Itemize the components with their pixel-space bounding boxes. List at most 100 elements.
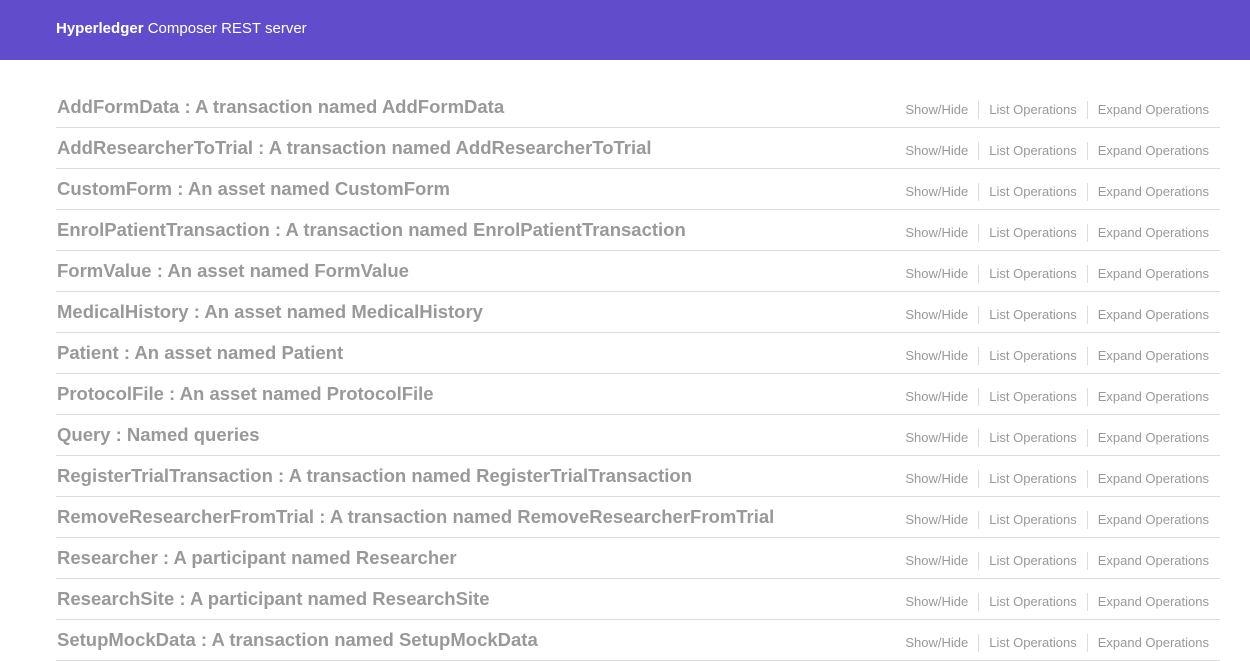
list-operations-link[interactable]: List Operations [989,184,1076,200]
expand-operations-link[interactable]: Expand Operations [1098,184,1209,200]
separator [978,142,980,160]
resource-title-link[interactable]: AddFormData : A transaction named AddFor… [57,96,504,118]
list-operations-link[interactable]: List Operations [989,594,1076,610]
list-operations-link[interactable]: List Operations [989,102,1076,118]
list-operations-link[interactable]: List Operations [989,225,1076,241]
resource-row: RemoveResearcherFromTrial : A transactio… [56,497,1220,538]
list-operations-link[interactable]: List Operations [989,430,1076,446]
show-hide-link[interactable]: Show/Hide [905,225,968,241]
show-hide-link[interactable]: Show/Hide [905,635,968,651]
resource-list: AddFormData : A transaction named AddFor… [56,87,1220,661]
resource-title-link[interactable]: ProtocolFile : An asset named ProtocolFi… [57,383,434,405]
separator [1086,265,1088,283]
brand-title[interactable]: Hyperledger Composer REST server [56,20,307,38]
separator [1086,429,1088,447]
list-operations-link[interactable]: List Operations [989,389,1076,405]
show-hide-link[interactable]: Show/Hide [905,512,968,528]
list-operations-link[interactable]: List Operations [989,307,1076,323]
expand-operations-link[interactable]: Expand Operations [1098,225,1209,241]
separator [978,224,980,242]
resource-title-link[interactable]: SetupMockData : A transaction named Setu… [57,629,538,651]
show-hide-link[interactable]: Show/Hide [905,553,968,569]
separator [1086,511,1088,529]
resource-title-link[interactable]: RemoveResearcherFromTrial : A transactio… [57,506,774,528]
resource-title-link[interactable]: MedicalHistory : An asset named MedicalH… [57,301,483,323]
resource-title-link[interactable]: CustomForm : An asset named CustomForm [57,178,450,200]
resource-title-link[interactable]: Patient : An asset named Patient [57,342,343,364]
show-hide-link[interactable]: Show/Hide [905,348,968,364]
resource-title-link[interactable]: EnrolPatientTransaction : A transaction … [57,219,686,241]
separator [978,388,980,406]
resource-title-link[interactable]: AddResearcherToTrial : A transaction nam… [57,137,652,159]
show-hide-link[interactable]: Show/Hide [905,184,968,200]
resource-title-link[interactable]: Query : Named queries [57,424,260,446]
separator [1086,224,1088,242]
expand-operations-link[interactable]: Expand Operations [1098,553,1209,569]
resource-row: FormValue : An asset named FormValue Show… [56,251,1220,292]
resource-title-link[interactable]: FormValue : An asset named FormValue [57,260,409,282]
brand-strong: Hyperledger [56,20,144,37]
show-hide-link[interactable]: Show/Hide [905,307,968,323]
show-hide-link[interactable]: Show/Hide [905,143,968,159]
show-hide-link[interactable]: Show/Hide [905,471,968,487]
separator [978,634,980,652]
list-operations-link[interactable]: List Operations [989,635,1076,651]
resource-row: Query : Named queries Show/Hide List Opera… [56,415,1220,456]
list-operations-link[interactable]: List Operations [989,348,1076,364]
resource-row: EnrolPatientTransaction : A transaction … [56,210,1220,251]
resource-row: AddResearcherToTrial : A transaction nam… [56,128,1220,169]
expand-operations-link[interactable]: Expand Operations [1098,266,1209,282]
resource-operations: Show/Hide List Operations Expand Operation… [905,593,1209,611]
resource-operations: Show/Hide List Operations Expand Operation… [905,511,1209,529]
separator [978,593,980,611]
expand-operations-link[interactable]: Expand Operations [1098,389,1209,405]
show-hide-link[interactable]: Show/Hide [905,430,968,446]
separator [978,429,980,447]
expand-operations-link[interactable]: Expand Operations [1098,635,1209,651]
show-hide-link[interactable]: Show/Hide [905,389,968,405]
expand-operations-link[interactable]: Expand Operations [1098,512,1209,528]
resource-operations: Show/Hide List Operations Expand Operation… [905,552,1209,570]
resource-title-link[interactable]: Researcher : A participant named Researc… [57,547,457,569]
separator [978,183,980,201]
expand-operations-link[interactable]: Expand Operations [1098,430,1209,446]
list-operations-link[interactable]: List Operations [989,266,1076,282]
resource-row: Researcher : A participant named Researc… [56,538,1220,579]
show-hide-link[interactable]: Show/Hide [905,594,968,610]
expand-operations-link[interactable]: Expand Operations [1098,348,1209,364]
resource-row: ResearchSite : A participant named Resea… [56,579,1220,620]
resource-operations: Show/Hide List Operations Expand Operation… [905,142,1209,160]
resource-row: MedicalHistory : An asset named MedicalH… [56,292,1220,333]
separator [978,511,980,529]
top-header-bar: Hyperledger Composer REST server [0,0,1250,60]
resource-row: RegisterTrialTransaction : A transaction… [56,456,1220,497]
expand-operations-link[interactable]: Expand Operations [1098,102,1209,118]
separator [1086,470,1088,488]
separator [1086,142,1088,160]
expand-operations-link[interactable]: Expand Operations [1098,143,1209,159]
resource-row: ProtocolFile : An asset named ProtocolFi… [56,374,1220,415]
list-operations-link[interactable]: List Operations [989,553,1076,569]
separator [1086,306,1088,324]
expand-operations-link[interactable]: Expand Operations [1098,307,1209,323]
resource-row: Patient : An asset named Patient Show/Hid… [56,333,1220,374]
expand-operations-link[interactable]: Expand Operations [1098,471,1209,487]
resource-operations: Show/Hide List Operations Expand Operation… [905,183,1209,201]
resource-operations: Show/Hide List Operations Expand Operation… [905,265,1209,283]
list-operations-link[interactable]: List Operations [989,471,1076,487]
separator [1086,388,1088,406]
expand-operations-link[interactable]: Expand Operations [1098,594,1209,610]
list-operations-link[interactable]: List Operations [989,512,1076,528]
resource-operations: Show/Hide List Operations Expand Operation… [905,388,1209,406]
separator [1086,634,1088,652]
show-hide-link[interactable]: Show/Hide [905,266,968,282]
resource-operations: Show/Hide List Operations Expand Operation… [905,101,1209,119]
resource-operations: Show/Hide List Operations Expand Operation… [905,306,1209,324]
separator [978,306,980,324]
resource-title-link[interactable]: RegisterTrialTransaction : A transaction… [57,465,692,487]
resource-title-link[interactable]: ResearchSite : A participant named Resea… [57,588,490,610]
resource-row: SetupMockData : A transaction named Setu… [56,620,1220,661]
show-hide-link[interactable]: Show/Hide [905,102,968,118]
list-operations-link[interactable]: List Operations [989,143,1076,159]
separator [978,470,980,488]
